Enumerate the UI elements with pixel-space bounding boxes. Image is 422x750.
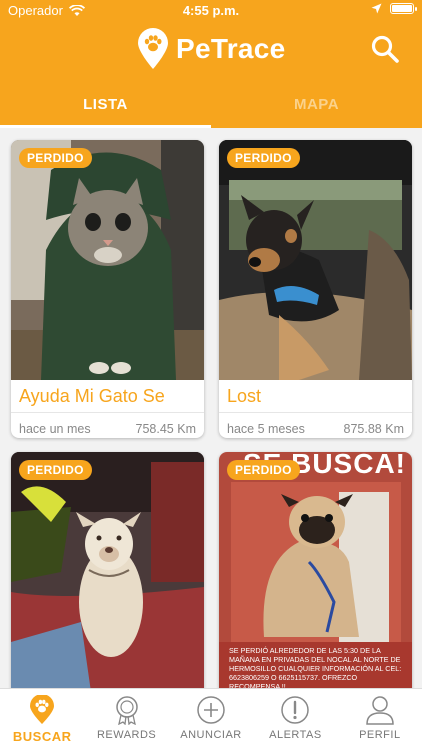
card-title: Lost [227, 386, 262, 406]
nav-anunciar[interactable]: ANUNCIAR [169, 689, 253, 750]
paw-pin-icon [138, 28, 168, 69]
status-badge: PERDIDO [227, 148, 300, 168]
status-right [371, 3, 417, 14]
distance: 758.45 Km [135, 422, 196, 436]
tab-mapa[interactable]: MAPA [211, 86, 422, 128]
nav-label: PERFIL [359, 729, 401, 741]
pet-list: PERDIDO Ayuda Mi Gato Se hace un mes 758… [0, 128, 422, 688]
pet-card[interactable]: SE BUSCA! SE PERDIÓ ALREDEDOR DE LAS 5:3… [219, 452, 412, 688]
dog-photo [219, 140, 412, 380]
nav-buscar[interactable]: BUSCAR [0, 689, 84, 750]
bottom-nav: BUSCAR REWARDS ANUNCIAR ALERTAS PERFIL [0, 688, 422, 750]
status-time: 4:55 p.m. [182, 3, 240, 18]
poster-text: SE PERDIÓ ALREDEDOR DE LAS 5:30 DE LA MA… [229, 646, 402, 688]
status-badge: PERDIDO [19, 460, 92, 480]
search-button[interactable] [370, 34, 400, 64]
app-header: Operador 4:55 p.m. PeTrace LISTA MAPA [0, 0, 422, 128]
battery-icon [390, 3, 417, 14]
location-arrow-icon [371, 3, 382, 14]
nav-label: ANUNCIAR [180, 729, 242, 741]
status-bar: Operador 4:55 p.m. [0, 0, 422, 22]
nav-rewards[interactable]: REWARDS [84, 689, 168, 750]
view-tabs: LISTA MAPA [0, 86, 422, 128]
time-ago: hace 5 meses [227, 422, 305, 436]
nav-label: REWARDS [96, 729, 157, 741]
nav-label: BUSCAR [12, 729, 72, 744]
status-badge: PERDIDO [227, 460, 300, 480]
medal-icon [115, 696, 138, 725]
tab-lista[interactable]: LISTA [0, 86, 211, 128]
nav-label: ALERTAS [269, 729, 322, 741]
distance: 875.88 Km [343, 422, 404, 436]
card-meta: hace un mes 758.45 Km [19, 422, 196, 436]
app-name: PeTrace [176, 33, 286, 64]
card-meta: hace 5 meses 875.88 Km [227, 422, 404, 436]
time-ago: hace un mes [19, 422, 91, 436]
plus-circle-icon [197, 696, 225, 724]
pet-card[interactable]: PERDIDO Ayuda Mi Gato Se hace un mes 758… [11, 140, 204, 438]
app-logo: PeTrace [136, 28, 286, 70]
alert-circle-icon [281, 696, 310, 724]
cat-photo [11, 140, 204, 380]
search-icon [371, 35, 399, 63]
card-title: Ayuda Mi Gato Se [19, 386, 165, 406]
status-badge: PERDIDO [19, 148, 92, 168]
pet-card[interactable]: PERDIDO [11, 452, 204, 688]
dog-photo [11, 452, 204, 688]
paw-icon [30, 695, 55, 724]
card-divider [11, 412, 204, 413]
user-icon [366, 696, 394, 725]
card-divider [219, 412, 412, 413]
nav-perfil[interactable]: PERFIL [338, 689, 422, 750]
pet-card[interactable]: PERDIDO Lost hace 5 meses 875.88 Km [219, 140, 412, 438]
nav-alertas[interactable]: ALERTAS [253, 689, 337, 750]
